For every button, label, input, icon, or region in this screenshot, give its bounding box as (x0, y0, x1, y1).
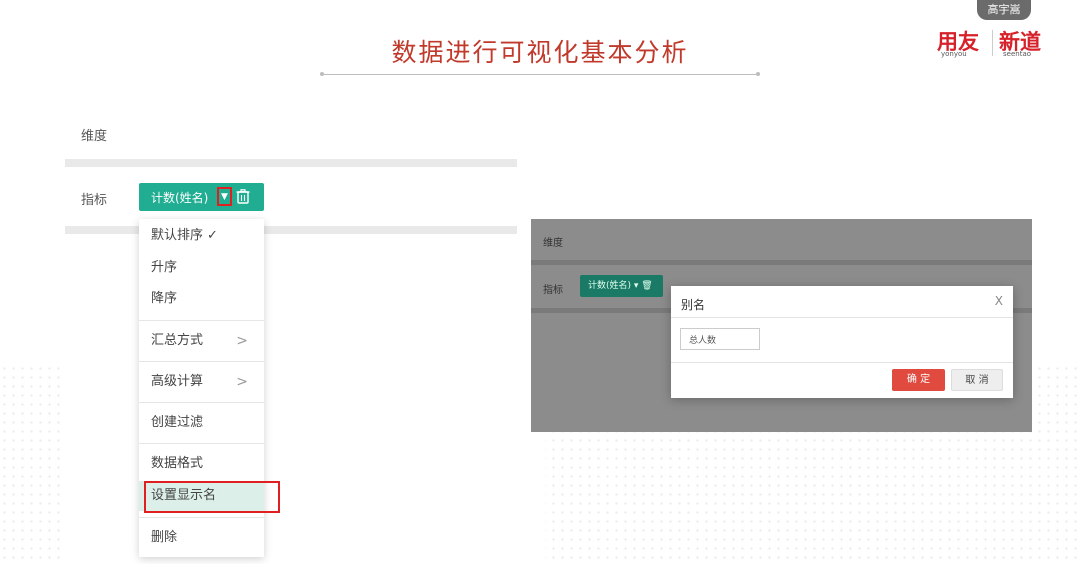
menu-item-default-sort[interactable]: 默认排序 ✓ (139, 221, 264, 251)
cancel-button[interactable]: 取 消 (951, 369, 1003, 391)
dimension-dropzone (531, 260, 1032, 265)
logo-separator (992, 30, 993, 56)
close-icon[interactable]: X (995, 294, 1003, 308)
measure-label: 指标 (81, 193, 108, 208)
menu-label: 高级计算 (151, 374, 204, 389)
logo-seentao-sub: seentao (1003, 50, 1032, 58)
menu-label: 数据格式 (151, 456, 204, 471)
slide-title: 数据进行可视化基本分析 (391, 38, 689, 67)
dimension-dropzone[interactable] (65, 159, 517, 167)
menu-label: 默认排序 (151, 228, 204, 243)
menu-item-delete[interactable]: 删除 (139, 523, 264, 553)
measure-pill-label: 计数(姓名) (151, 191, 209, 205)
alias-dialog: 别名 X 确 定 取 消 (671, 286, 1013, 398)
measure-dropzone[interactable] (65, 226, 517, 234)
analysis-panel (65, 100, 545, 564)
dialog-title: 别名 (681, 298, 706, 312)
menu-divider (139, 320, 264, 321)
menu-item-ascending[interactable]: 升序 (139, 253, 264, 283)
menu-item-aggregation[interactable]: 汇总方式 > (139, 326, 264, 356)
alias-input[interactable] (680, 328, 760, 350)
trash-icon[interactable] (236, 189, 250, 204)
measure-label: 指标 (543, 285, 563, 296)
chevron-right-icon: > (236, 374, 248, 390)
menu-item-set-display-name[interactable]: 设置显示名 (139, 481, 264, 511)
menu-divider (139, 361, 264, 362)
logo: 用友 yonyou 新道 seentao (937, 26, 1052, 60)
chevron-down-icon[interactable]: ▼ (217, 187, 232, 206)
menu-divider (139, 517, 264, 518)
menu-item-advanced-calc[interactable]: 高级计算 > (139, 367, 264, 397)
title-divider (320, 72, 760, 76)
logo-yonyou-sub: yonyou (941, 50, 967, 58)
menu-item-descending[interactable]: 降序 (139, 284, 264, 314)
menu-item-create-filter[interactable]: 创建过滤 (139, 408, 264, 438)
measure-pill: 计数(姓名) ▾ 🗑 (580, 275, 663, 297)
menu-label: 降序 (151, 291, 178, 306)
confirm-button[interactable]: 确 定 (892, 369, 945, 391)
menu-label: 创建过滤 (151, 415, 204, 430)
alias-dialog-screenshot: 维度 指标 计数(姓名) ▾ 🗑 别名 X 确 定 取 消 (531, 219, 1032, 432)
dialog-divider (671, 362, 1013, 363)
presenter-name-badge: 高宇嵩 (977, 0, 1031, 20)
menu-divider (139, 402, 264, 403)
check-icon: ✓ (207, 228, 218, 243)
menu-label: 升序 (151, 260, 178, 275)
menu-label: 删除 (151, 530, 178, 545)
dimension-label: 维度 (543, 238, 563, 249)
dimension-label: 维度 (81, 129, 108, 144)
chevron-right-icon: > (236, 333, 248, 349)
dialog-divider (671, 317, 1013, 318)
menu-divider (139, 443, 264, 444)
measure-context-menu: 默认排序 ✓ 升序 降序 汇总方式 > 高级计算 > 创建过滤 数据格式 设置显示名 … (139, 219, 264, 557)
measure-pill[interactable]: 计数(姓名) ▼ (139, 183, 264, 211)
menu-label: 汇总方式 (151, 333, 204, 348)
menu-label: 设置显示名 (151, 488, 217, 503)
menu-item-data-format[interactable]: 数据格式 (139, 449, 264, 479)
